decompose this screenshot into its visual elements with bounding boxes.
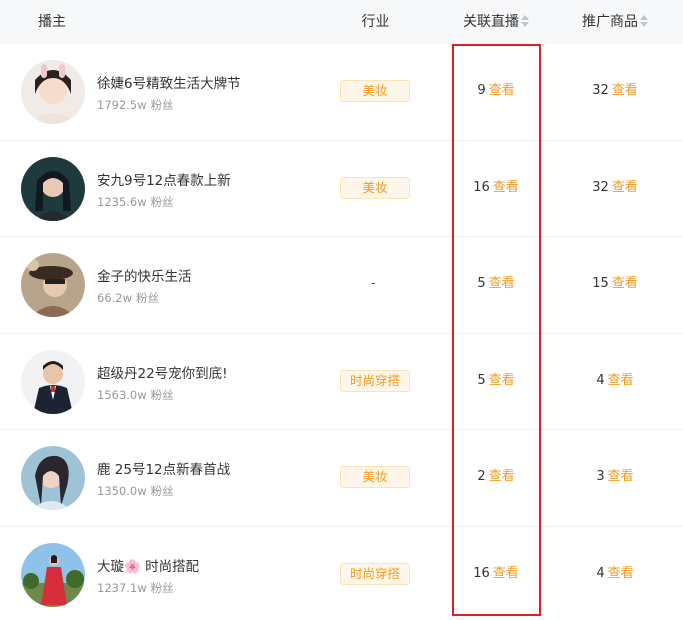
fans-unit: 粉丝 [150, 580, 174, 595]
fans-count: 1792.5w 粉丝 [97, 97, 174, 113]
live-cell: 16 查看 [452, 563, 540, 585]
fans-unit: 粉丝 [150, 98, 174, 112]
anchor-table: 播主 行业 关联直播 推广商品 徐婕6号精致生活大牌节 1792.5w 粉丝 美妆… [0, 0, 683, 620]
header-goods-sortable[interactable]: 推广商品 [570, 0, 660, 44]
industry-empty: - [371, 276, 376, 291]
goods-cell: 32 查看 [570, 80, 660, 102]
fans-count: 1235.6w 粉丝 [97, 194, 174, 210]
avatar[interactable] [21, 542, 85, 607]
live-cell: 5 查看 [452, 273, 540, 295]
fans-count: 1563.0w 粉丝 [97, 387, 174, 403]
live-count: 16 [473, 565, 490, 581]
table-row: 金子的快乐生活 66.2w 粉丝 - 5 查看 15 查看 [0, 237, 683, 334]
anchor-name[interactable]: 超级丹22号宠你到底! [97, 362, 228, 382]
fans-value: 1350.0w [97, 484, 147, 498]
view-live-link[interactable]: 查看 [489, 83, 515, 98]
goods-count: 3 [596, 469, 605, 484]
avatar[interactable] [21, 253, 85, 317]
avatar[interactable] [21, 446, 85, 510]
view-goods-link[interactable]: 查看 [608, 469, 634, 484]
industry-tag: 时尚穿搭 [340, 369, 410, 392]
table-row: 超级丹22号宠你到底! 1563.0w 粉丝 时尚穿搭 5 查看 4 查看 [0, 334, 683, 430]
fans-value: 1792.5w [97, 98, 147, 112]
industry-tag: 时尚穿搭 [340, 562, 410, 585]
table-row: 大璇🌸 时尚搭配 1237.1w 粉丝 时尚穿搭 16 查看 4 查看 [0, 527, 683, 620]
fans-count: 66.2w 粉丝 [97, 290, 159, 306]
fans-value: 1237.1w [97, 580, 147, 595]
fans-count: 1350.0w 粉丝 [97, 483, 174, 499]
view-live-link[interactable]: 查看 [489, 469, 515, 484]
goods-count: 32 [592, 83, 609, 98]
live-count: 5 [477, 372, 486, 388]
header-anchor: 播主 [38, 14, 66, 30]
live-count: 5 [477, 276, 486, 291]
table-header: 播主 行业 关联直播 推广商品 [0, 0, 683, 44]
anchor-name[interactable]: 大璇🌸 时尚搭配 [97, 555, 199, 575]
header-industry: 行业 [361, 14, 390, 30]
view-live-link[interactable]: 查看 [493, 566, 519, 581]
fans-value: 1563.0w [97, 387, 147, 402]
live-cell: 9 查看 [452, 80, 540, 102]
live-cell: 16 查看 [452, 177, 540, 199]
live-count: 9 [477, 83, 486, 98]
anchor-name[interactable]: 安九9号12点春款上新 [97, 169, 231, 189]
view-live-link[interactable]: 查看 [489, 373, 515, 388]
view-goods-link[interactable]: 查看 [608, 373, 634, 388]
goods-count: 15 [592, 276, 609, 291]
view-goods-link[interactable]: 查看 [612, 180, 638, 195]
fans-unit: 粉丝 [150, 387, 174, 402]
fans-unit: 粉丝 [150, 484, 174, 498]
fans-unit: 粉丝 [150, 194, 174, 209]
table-row: 鹿 25号12点新春首战 1350.0w 粉丝 美妆 2 查看 3 查看 [0, 430, 683, 527]
header-goods-label: 推广商品 [582, 14, 638, 30]
sort-icon[interactable] [640, 15, 648, 27]
goods-cell: 4 查看 [570, 563, 660, 585]
live-cell: 5 查看 [452, 370, 540, 392]
table-row: 徐婕6号精致生活大牌节 1792.5w 粉丝 美妆 9 查看 32 查看 [0, 44, 683, 141]
avatar[interactable] [21, 60, 85, 124]
anchor-name[interactable]: 徐婕6号精致生活大牌节 [97, 72, 241, 92]
goods-count: 4 [596, 565, 605, 581]
view-goods-link[interactable]: 查看 [612, 83, 638, 98]
view-goods-link[interactable]: 查看 [612, 276, 638, 291]
goods-cell: 4 查看 [570, 370, 660, 392]
industry-tag: 美妆 [340, 80, 410, 102]
fans-value: 1235.6w [97, 194, 147, 209]
goods-cell: 32 查看 [570, 177, 660, 199]
live-count: 2 [477, 469, 486, 484]
sort-icon[interactable] [521, 15, 529, 27]
goods-count: 4 [596, 372, 605, 388]
view-live-link[interactable]: 查看 [489, 276, 515, 291]
avatar[interactable] [21, 156, 85, 221]
fans-unit: 粉丝 [136, 291, 160, 305]
goods-count: 32 [592, 179, 609, 195]
goods-cell: 15 查看 [570, 273, 660, 295]
live-count: 16 [473, 179, 490, 195]
industry-tag: 美妆 [340, 466, 410, 488]
anchor-name[interactable]: 鹿 25号12点新春首战 [97, 458, 230, 478]
live-cell: 2 查看 [452, 466, 540, 488]
header-live-label: 关联直播 [463, 14, 519, 30]
avatar[interactable] [21, 349, 85, 414]
fans-count: 1237.1w 粉丝 [97, 580, 174, 596]
industry-tag: 美妆 [340, 176, 410, 199]
anchor-name[interactable]: 金子的快乐生活 [97, 265, 192, 285]
fans-value: 66.2w [97, 291, 133, 305]
view-goods-link[interactable]: 查看 [608, 566, 634, 581]
header-live-sortable[interactable]: 关联直播 [452, 0, 540, 44]
view-live-link[interactable]: 查看 [493, 180, 519, 195]
table-row: 安九9号12点春款上新 1235.6w 粉丝 美妆 16 查看 32 查看 [0, 141, 683, 237]
goods-cell: 3 查看 [570, 466, 660, 488]
